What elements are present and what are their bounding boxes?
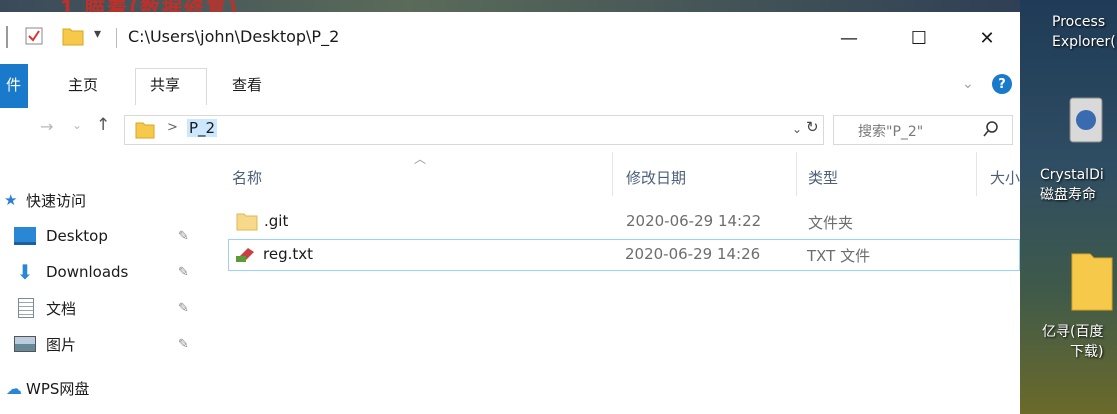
crystaldisk-icon[interactable] <box>1068 96 1104 148</box>
new-folder-icon[interactable] <box>62 26 84 50</box>
recent-dropdown-icon[interactable]: ⌄ <box>72 118 82 132</box>
address-dropdown-icon[interactable]: ⌄ <box>792 122 802 136</box>
forward-arrow-icon[interactable]: → <box>40 117 53 136</box>
column-type[interactable]: 类型 <box>808 167 838 188</box>
column-separator[interactable] <box>796 152 797 196</box>
folder-icon <box>135 120 155 144</box>
window-title: C:\Users\john\Desktop\P_2 <box>128 27 340 46</box>
file-type: TXT 文件 <box>807 247 871 265</box>
refresh-icon[interactable]: ↻ <box>806 118 819 136</box>
breadcrumb-separator[interactable]: > <box>167 120 178 135</box>
nav-wps-cloud[interactable]: ☁ WPS网盘 <box>6 371 89 405</box>
nav-label: 文档 <box>46 299 77 318</box>
title-separator <box>116 28 117 48</box>
column-name[interactable]: 名称 <box>232 167 262 188</box>
download-arrow-icon: ⬇ <box>16 260 34 284</box>
tab-share[interactable]: 共享 <box>150 74 180 95</box>
desktop-item-label[interactable]: CrystalDi 磁盘寿命 <box>1040 165 1104 205</box>
file-modified: 2020-06-29 14:22 <box>626 212 762 230</box>
nav-label: Downloads <box>46 263 129 281</box>
text-file-icon <box>235 244 257 268</box>
title-divider <box>6 26 8 48</box>
column-size[interactable]: 大小 <box>990 167 1020 188</box>
maximize-button[interactable]: ☐ <box>896 18 942 58</box>
pin-icon[interactable]: ✎ <box>178 265 189 280</box>
properties-check-icon[interactable] <box>24 26 44 50</box>
desktop-folder-icon <box>14 227 36 245</box>
file-type: 文件夹 <box>808 214 854 232</box>
star-icon: ★ <box>4 191 18 209</box>
help-icon[interactable]: ? <box>992 74 1012 94</box>
quick-access-dropdown-icon[interactable]: ▾ <box>94 26 101 42</box>
nav-documents[interactable]: 文档 <box>14 291 76 325</box>
nav-label: 快速访问 <box>26 191 87 210</box>
column-separator[interactable] <box>612 152 613 196</box>
desktop-item-label[interactable]: 亿寻(百度 下载) <box>1042 322 1103 362</box>
column-modified[interactable]: 修改日期 <box>626 167 686 188</box>
search-icon[interactable] <box>982 120 1000 142</box>
tab-file[interactable]: 件 <box>6 74 21 95</box>
ribbon: 件 主页 共享 查看 ⌄ ? <box>0 64 1020 109</box>
address-bar[interactable]: > P_2 <box>124 115 824 145</box>
sort-indicator-icon: ︿ <box>414 152 427 166</box>
column-separator[interactable] <box>976 152 977 196</box>
up-arrow-icon[interactable]: ↑ <box>96 115 110 135</box>
folder-icon[interactable] <box>1070 244 1114 316</box>
nav-quick-access[interactable]: ★ 快速访问 <box>4 183 86 217</box>
desktop-item-label[interactable]: Process Explorer( <box>1052 12 1116 52</box>
file-modified: 2020-06-29 14:26 <box>625 245 761 263</box>
file-name: .git <box>264 212 289 230</box>
document-icon <box>18 298 34 318</box>
file-row-selected[interactable]: reg.txt 2020-06-29 14:26 TXT 文件 <box>228 239 1020 271</box>
search-box[interactable]: 搜索"P_2" <box>833 115 1013 145</box>
nav-desktop[interactable]: Desktop <box>14 219 108 253</box>
search-placeholder: 搜索"P_2" <box>858 124 924 140</box>
breadcrumb-p2[interactable]: P_2 <box>187 119 218 137</box>
close-button[interactable]: ✕ <box>964 18 1010 58</box>
desktop-background: Process Explorer( CrystalDi 磁盘寿命 亿寻(百度 下… <box>1020 0 1117 414</box>
folder-icon <box>236 211 258 235</box>
pin-icon[interactable]: ✎ <box>178 337 189 352</box>
file-row[interactable]: .git 2020-06-29 14:22 文件夹 <box>228 206 1020 238</box>
nav-label: 图片 <box>46 335 77 354</box>
title-bar: ▾ C:\Users\john\Desktop\P_2 — ☐ ✕ <box>0 12 1020 64</box>
file-name: reg.txt <box>263 245 313 263</box>
picture-icon <box>14 336 36 352</box>
nav-label: Desktop <box>46 227 108 245</box>
minimize-button[interactable]: — <box>826 18 872 58</box>
cloud-icon: ☁ <box>6 378 22 398</box>
navigation-pane: ★ 快速访问 Desktop ✎ ⬇ Downloads ✎ 文档 ✎ 图片 ✎… <box>0 150 205 414</box>
pin-icon[interactable]: ✎ <box>178 301 189 316</box>
tab-home[interactable]: 主页 <box>68 74 98 95</box>
nav-label: WPS网盘 <box>26 379 90 398</box>
nav-downloads[interactable]: ⬇ Downloads <box>14 255 129 289</box>
nav-pictures[interactable]: 图片 <box>14 327 76 361</box>
tab-view[interactable]: 查看 <box>232 74 262 95</box>
pin-icon[interactable]: ✎ <box>178 229 189 244</box>
expand-ribbon-icon[interactable]: ⌄ <box>962 76 974 92</box>
